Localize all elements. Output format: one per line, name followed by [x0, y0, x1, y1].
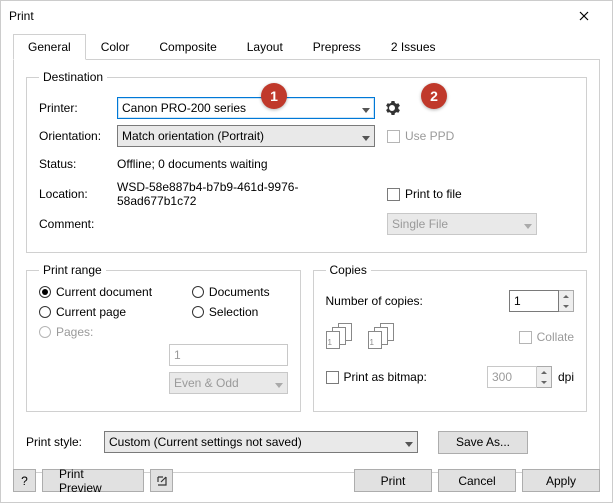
tab-general[interactable]: General: [13, 34, 86, 60]
copies-group: Copies Number of copies: 1 3 2 1: [313, 263, 588, 412]
comment-label: Comment:: [39, 217, 117, 231]
location-value: WSD-58e887b4-b7b9-461d-9976-58ad677b1c72: [117, 180, 375, 208]
destination-group: Destination Printer: Canon PRO-200 serie…: [26, 70, 587, 253]
bitmap-dpi-spinner: [537, 366, 552, 388]
printer-value: Canon PRO-200 series: [122, 101, 246, 115]
print-style-select[interactable]: Custom (Current settings not saved): [104, 431, 418, 453]
chevron-down-icon: [362, 130, 370, 144]
bitmap-dpi-input: 300: [487, 366, 537, 388]
collate-icon: 3 2 1: [368, 323, 400, 351]
apply-button[interactable]: Apply: [522, 469, 600, 492]
radio-pages: Pages:: [39, 325, 170, 339]
tab-issues[interactable]: 2 Issues: [376, 34, 451, 60]
printer-settings-button[interactable]: [381, 97, 403, 119]
titlebar: Print: [1, 1, 612, 31]
cancel-button[interactable]: Cancel: [438, 469, 516, 492]
print-style-value: Custom (Current settings not saved): [109, 435, 302, 449]
status-label: Status:: [39, 157, 117, 171]
print-range-legend: Print range: [39, 263, 106, 277]
collate-label: Collate: [537, 330, 574, 344]
print-to-file-container[interactable]: Print to file: [387, 187, 462, 201]
printer-select[interactable]: Canon PRO-200 series: [117, 97, 375, 119]
tab-prepress[interactable]: Prepress: [298, 34, 376, 60]
collate-checkbox: [519, 331, 532, 344]
orientation-select[interactable]: Match orientation (Portrait): [117, 125, 375, 147]
print-range-group: Print range Current document Documents C…: [26, 263, 301, 412]
tab-composite[interactable]: Composite: [144, 34, 231, 60]
pages-input: 1: [169, 344, 288, 366]
use-ppd-container: Use PPD: [387, 129, 454, 143]
gear-icon: [384, 100, 400, 116]
even-odd-value: Even & Odd: [174, 376, 239, 390]
chevron-down-icon: [405, 436, 413, 450]
print-bitmap-label: Print as bitmap:: [344, 370, 427, 384]
chevron-down-icon: [275, 377, 283, 391]
close-button[interactable]: [564, 1, 604, 31]
close-icon: [579, 11, 589, 21]
even-odd-select: Even & Odd: [169, 372, 288, 394]
copies-number-label: Number of copies:: [326, 294, 510, 308]
radio-selection[interactable]: Selection: [192, 305, 288, 319]
callout-1: 1: [261, 83, 287, 109]
tab-color[interactable]: Color: [86, 34, 145, 60]
window-title: Print: [9, 9, 564, 23]
use-ppd-label: Use PPD: [405, 129, 454, 143]
print-bitmap-checkbox[interactable]: [326, 371, 339, 384]
use-ppd-checkbox: [387, 130, 400, 143]
chevron-down-icon: [524, 218, 532, 232]
orientation-value: Match orientation (Portrait): [122, 129, 264, 143]
tab-bar: General Color Composite Layout Prepress …: [13, 33, 600, 60]
print-to-file-checkbox[interactable]: [387, 188, 400, 201]
print-dialog: 1 2 Print General Color Composite Layout…: [0, 0, 613, 503]
location-label: Location:: [39, 187, 117, 201]
copies-number-spinner[interactable]: [559, 290, 574, 312]
external-icon: [156, 475, 168, 487]
callout-2: 2: [421, 83, 447, 109]
print-to-file-label: Print to file: [405, 187, 462, 201]
status-value: Offline; 0 documents waiting: [117, 157, 268, 171]
collate-icon: 3 2 1: [326, 323, 358, 351]
tab-layout[interactable]: Layout: [232, 34, 298, 60]
help-button[interactable]: ?: [13, 469, 36, 492]
orientation-label: Orientation:: [39, 129, 117, 143]
button-bar: ? Print Preview Print Cancel Apply: [13, 469, 600, 492]
dpi-label: dpi: [558, 370, 574, 384]
collate-container: Collate: [519, 330, 574, 344]
copies-number-input[interactable]: 1: [509, 290, 559, 312]
single-file-select: Single File: [387, 213, 537, 235]
print-preview-button[interactable]: Print Preview: [42, 469, 144, 492]
save-as-button[interactable]: Save As...: [438, 431, 528, 454]
print-button[interactable]: Print: [354, 469, 432, 492]
print-bitmap-container[interactable]: Print as bitmap:: [326, 370, 487, 384]
chevron-down-icon: [362, 102, 370, 116]
radio-current-page[interactable]: Current page: [39, 305, 170, 319]
radio-current-document[interactable]: Current document: [39, 285, 170, 299]
printer-label: Printer:: [39, 101, 117, 115]
destination-legend: Destination: [39, 70, 107, 84]
copies-legend: Copies: [326, 263, 371, 277]
quick-preview-button[interactable]: [150, 469, 173, 492]
print-style-label: Print style:: [26, 435, 104, 449]
single-file-value: Single File: [392, 217, 448, 231]
radio-documents[interactable]: Documents: [192, 285, 288, 299]
